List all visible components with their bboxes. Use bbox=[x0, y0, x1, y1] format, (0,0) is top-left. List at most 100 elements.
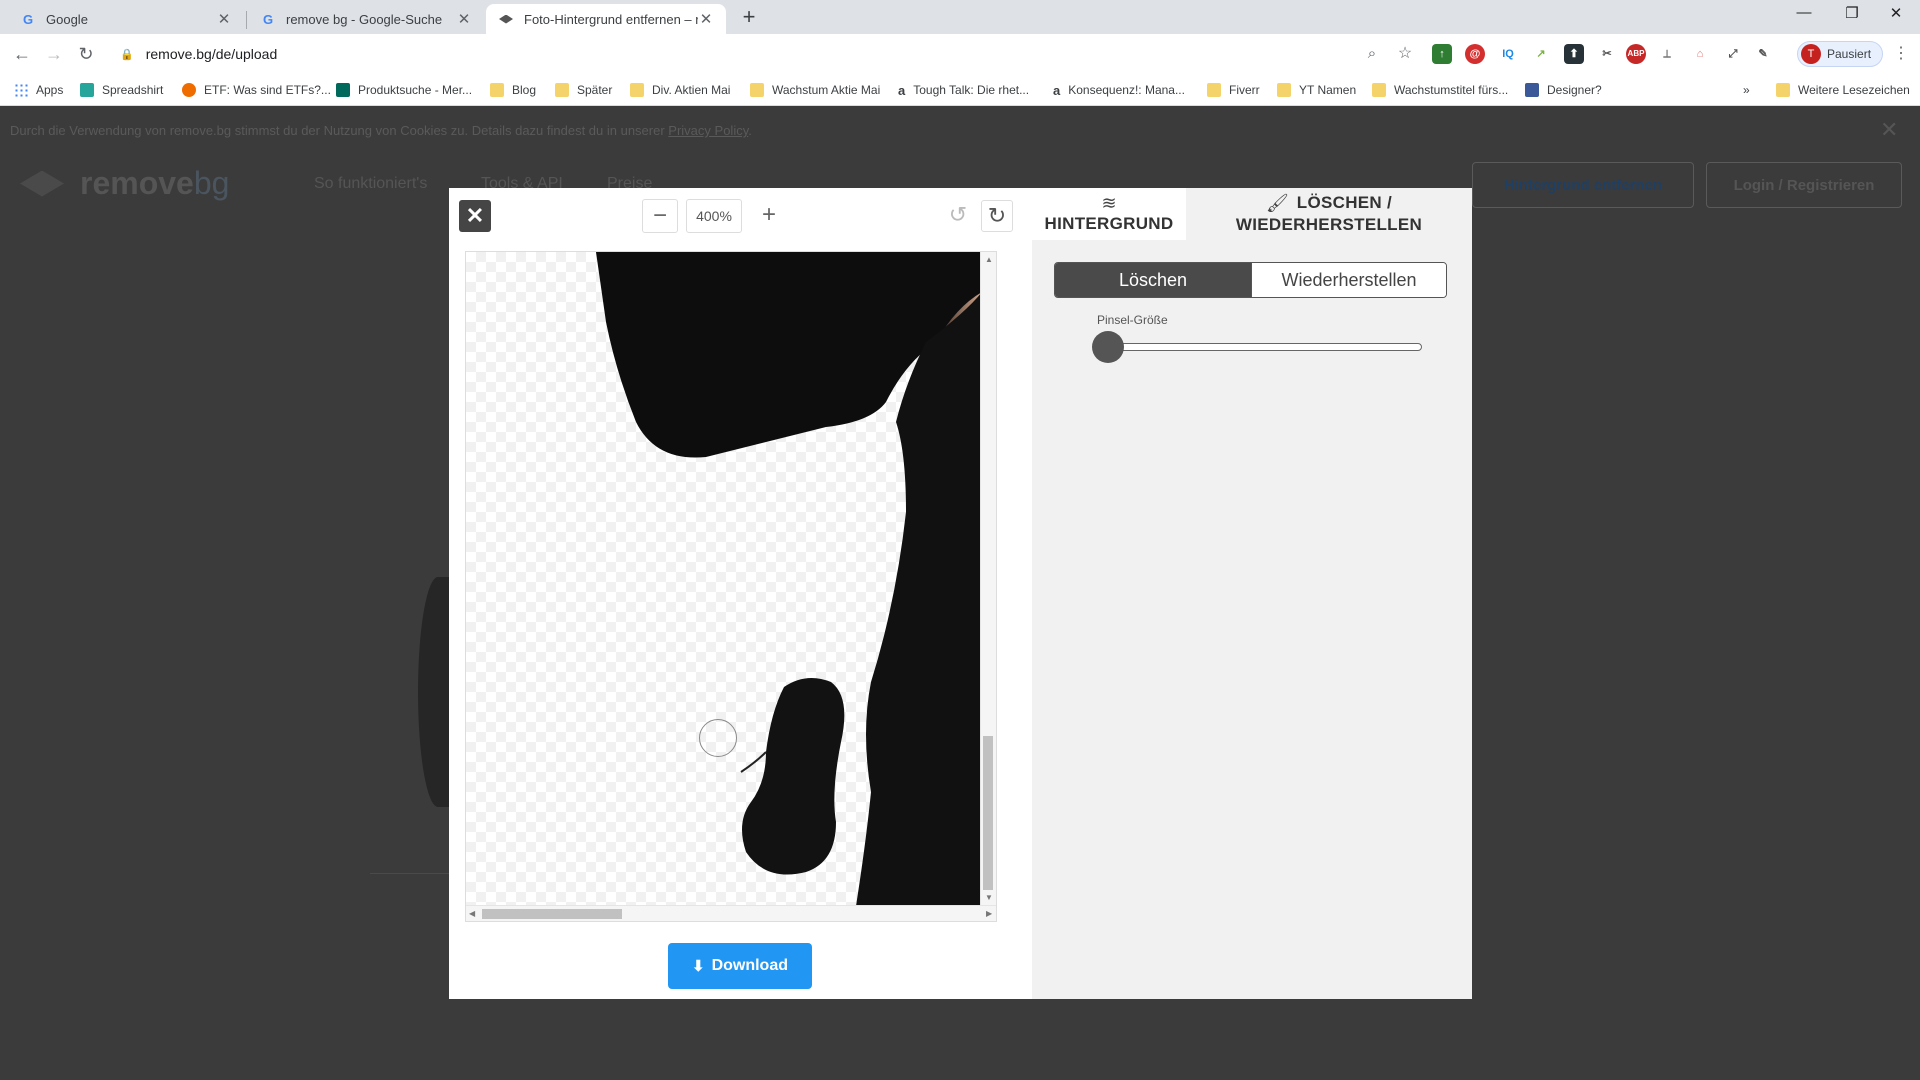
close-tab-icon[interactable]: ✕ bbox=[698, 10, 714, 28]
extension-icon[interactable]: ⌂ bbox=[1690, 44, 1710, 64]
remove-background-button[interactable]: Hintergrund entfernen bbox=[1472, 162, 1694, 208]
removebg-logo[interactable]: remove bg bbox=[20, 165, 229, 202]
layers-icon: ≋ bbox=[1101, 193, 1117, 213]
tab-background-label: HINTERGRUND bbox=[1044, 214, 1174, 233]
bookmark-item[interactable]: Spreadshirt bbox=[80, 80, 163, 100]
bookmark-star-icon[interactable]: ☆ bbox=[1393, 42, 1417, 66]
horizontal-scroll-thumb[interactable] bbox=[482, 909, 622, 919]
brush-size-label: Pinsel-Größe bbox=[1097, 313, 1168, 327]
browser-menu-icon[interactable]: ⋮ bbox=[1893, 43, 1909, 63]
zoom-out-button[interactable]: − bbox=[642, 199, 678, 233]
close-tab-icon[interactable]: ✕ bbox=[456, 10, 472, 28]
tab-background[interactable]: ≋ HINTERGRUND bbox=[1032, 188, 1186, 240]
zoom-in-button[interactable]: + bbox=[751, 199, 787, 233]
new-tab-button[interactable]: + bbox=[737, 6, 761, 30]
tab-google-search[interactable]: G remove bg - Google-Suche ✕ bbox=[248, 4, 484, 34]
bookmarks-overflow-button[interactable]: » bbox=[1743, 80, 1750, 100]
back-icon[interactable]: ← bbox=[10, 42, 34, 66]
extension-icon[interactable]: ⟂ bbox=[1657, 44, 1677, 64]
bookmark-label: » bbox=[1743, 83, 1750, 97]
bookmark-item[interactable]: Blog bbox=[490, 80, 536, 100]
scroll-right-icon[interactable]: ▶ bbox=[986, 909, 992, 918]
window-close-icon[interactable]: ✕ bbox=[1876, 4, 1916, 22]
minimize-icon[interactable]: — bbox=[1784, 4, 1824, 21]
avatar: T bbox=[1801, 44, 1821, 64]
forward-icon[interactable]: → bbox=[42, 42, 66, 66]
fullscreen-icon[interactable]: ⤢ bbox=[1723, 44, 1743, 64]
brush-size-handle[interactable] bbox=[1092, 331, 1124, 363]
extension-icon[interactable]: ↑ bbox=[1432, 44, 1452, 64]
edit-side-panel: ≋ HINTERGRUND 🖌 LÖSCHEN / WIEDERHERSTELL… bbox=[1032, 188, 1472, 999]
tab-erase-label: LÖSCHEN / bbox=[1296, 193, 1393, 212]
close-tab-icon[interactable]: ✕ bbox=[216, 10, 232, 28]
scroll-up-icon[interactable]: ▲ bbox=[985, 255, 993, 264]
bookmark-item[interactable]: Div. Aktien Mai bbox=[630, 80, 730, 100]
bookmark-label: Fiverr bbox=[1229, 83, 1260, 97]
extension-icon[interactable]: ⬆ bbox=[1564, 44, 1584, 64]
extension-icon[interactable]: IQ bbox=[1498, 44, 1518, 64]
redo-icon[interactable]: ↻ bbox=[981, 200, 1013, 232]
etf-icon bbox=[182, 83, 196, 97]
apps-grid-icon bbox=[14, 83, 28, 97]
zoom-icon[interactable]: ⌕ bbox=[1360, 42, 1384, 66]
vertical-scroll-thumb[interactable] bbox=[983, 736, 993, 890]
cookie-close-icon[interactable]: ✕ bbox=[1880, 117, 1898, 143]
tab-title: Google bbox=[46, 11, 88, 27]
brush-size-slider[interactable] bbox=[1102, 343, 1422, 351]
close-editor-button[interactable]: ✕ bbox=[459, 200, 491, 232]
tab-google[interactable]: G Google ✕ bbox=[8, 4, 244, 34]
adblock-icon[interactable]: ABP bbox=[1626, 44, 1646, 64]
bookmark-apps[interactable]: Apps bbox=[14, 80, 63, 100]
bookmark-item[interactable]: a Konsequenz!: Mana... bbox=[1053, 80, 1185, 100]
bookmark-label: ETF: Was sind ETFs?... bbox=[204, 83, 331, 97]
scroll-down-icon[interactable]: ▼ bbox=[985, 893, 993, 902]
eyedropper-icon[interactable]: ✎ bbox=[1753, 44, 1773, 64]
bookmark-label: Wachstumstitel fürs... bbox=[1394, 83, 1509, 97]
profile-button[interactable]: T Pausiert bbox=[1797, 41, 1883, 67]
bookmark-item[interactable]: a Tough Talk: Die rhet... bbox=[898, 80, 1029, 100]
extension-icon[interactable]: ↗ bbox=[1531, 44, 1551, 64]
address-bar[interactable]: 🔒 remove.bg/de/upload bbox=[110, 39, 1410, 69]
vertical-scrollbar[interactable]: ▲ ▼ bbox=[980, 252, 996, 906]
browser-toolbar: ← → ↻ 🔒 remove.bg/de/upload ⌕ ☆ ↑ @ IQ ↗… bbox=[0, 34, 1920, 74]
login-register-button[interactable]: Login / Registrieren bbox=[1706, 162, 1902, 208]
extension-icon[interactable]: ✂ bbox=[1597, 44, 1617, 64]
extension-icon[interactable]: @ bbox=[1465, 44, 1485, 64]
undo-icon[interactable]: ↺ bbox=[942, 200, 974, 232]
bookmark-item[interactable]: Produktsuche - Mer... bbox=[336, 80, 472, 100]
download-button[interactable]: ⬇ Download bbox=[668, 943, 812, 989]
folder-icon bbox=[555, 83, 569, 97]
tab-erase-restore[interactable]: 🖌 LÖSCHEN / WIEDERHERSTELLEN bbox=[1186, 192, 1472, 236]
restore-mode-button[interactable]: Wiederherstellen bbox=[1251, 263, 1446, 297]
tab-removebg[interactable]: Foto-Hintergrund entfernen – re ✕ bbox=[486, 4, 726, 34]
bookmark-label: Konsequenz!: Mana... bbox=[1068, 83, 1185, 97]
horizontal-scrollbar[interactable]: ◀ ▶ bbox=[466, 905, 996, 921]
logo-text: remove bbox=[80, 165, 194, 201]
bookmark-item[interactable]: Später bbox=[555, 80, 612, 100]
bookmark-label: Div. Aktien Mai bbox=[652, 83, 731, 97]
bookmark-label: Blog bbox=[512, 83, 537, 97]
bookmark-item[interactable]: YT Namen bbox=[1277, 80, 1356, 100]
other-bookmarks[interactable]: Weitere Lesezeichen bbox=[1776, 80, 1910, 100]
zoom-level: 400% bbox=[686, 199, 742, 233]
bookmark-item[interactable]: Designer? bbox=[1525, 80, 1602, 100]
bookmark-item[interactable]: Wachstum Aktie Mai bbox=[750, 80, 880, 100]
reload-icon[interactable]: ↻ bbox=[74, 42, 98, 66]
erase-mode-button[interactable]: Löschen bbox=[1055, 263, 1251, 297]
bookmark-label: Später bbox=[577, 83, 613, 97]
scroll-left-icon[interactable]: ◀ bbox=[469, 909, 475, 918]
nav-how-it-works[interactable]: So funktioniert's bbox=[314, 175, 427, 193]
bookmark-item[interactable]: Fiverr bbox=[1207, 80, 1260, 100]
editor-modal: ✕ − 400% + ↺ ↻ ▲ ▼ ◀ ▶ ⬇ Download ≋ HINT… bbox=[449, 188, 1472, 999]
google-icon: G bbox=[262, 11, 274, 27]
image-canvas[interactable]: ▲ ▼ ◀ ▶ bbox=[465, 251, 997, 922]
restore-icon[interactable]: ❐ bbox=[1832, 4, 1872, 22]
brush-cursor bbox=[699, 719, 737, 757]
bookmark-item[interactable]: ETF: Was sind ETFs?... bbox=[182, 80, 331, 100]
brush-icon: 🖌 bbox=[1265, 193, 1289, 213]
profile-status: Pausiert bbox=[1827, 47, 1872, 61]
privacy-policy-link[interactable]: Privacy Policy bbox=[668, 123, 748, 138]
bookmark-label: Designer? bbox=[1547, 83, 1602, 97]
bookmark-item[interactable]: Wachstumstitel fürs... bbox=[1372, 80, 1508, 100]
folder-icon bbox=[490, 83, 504, 97]
